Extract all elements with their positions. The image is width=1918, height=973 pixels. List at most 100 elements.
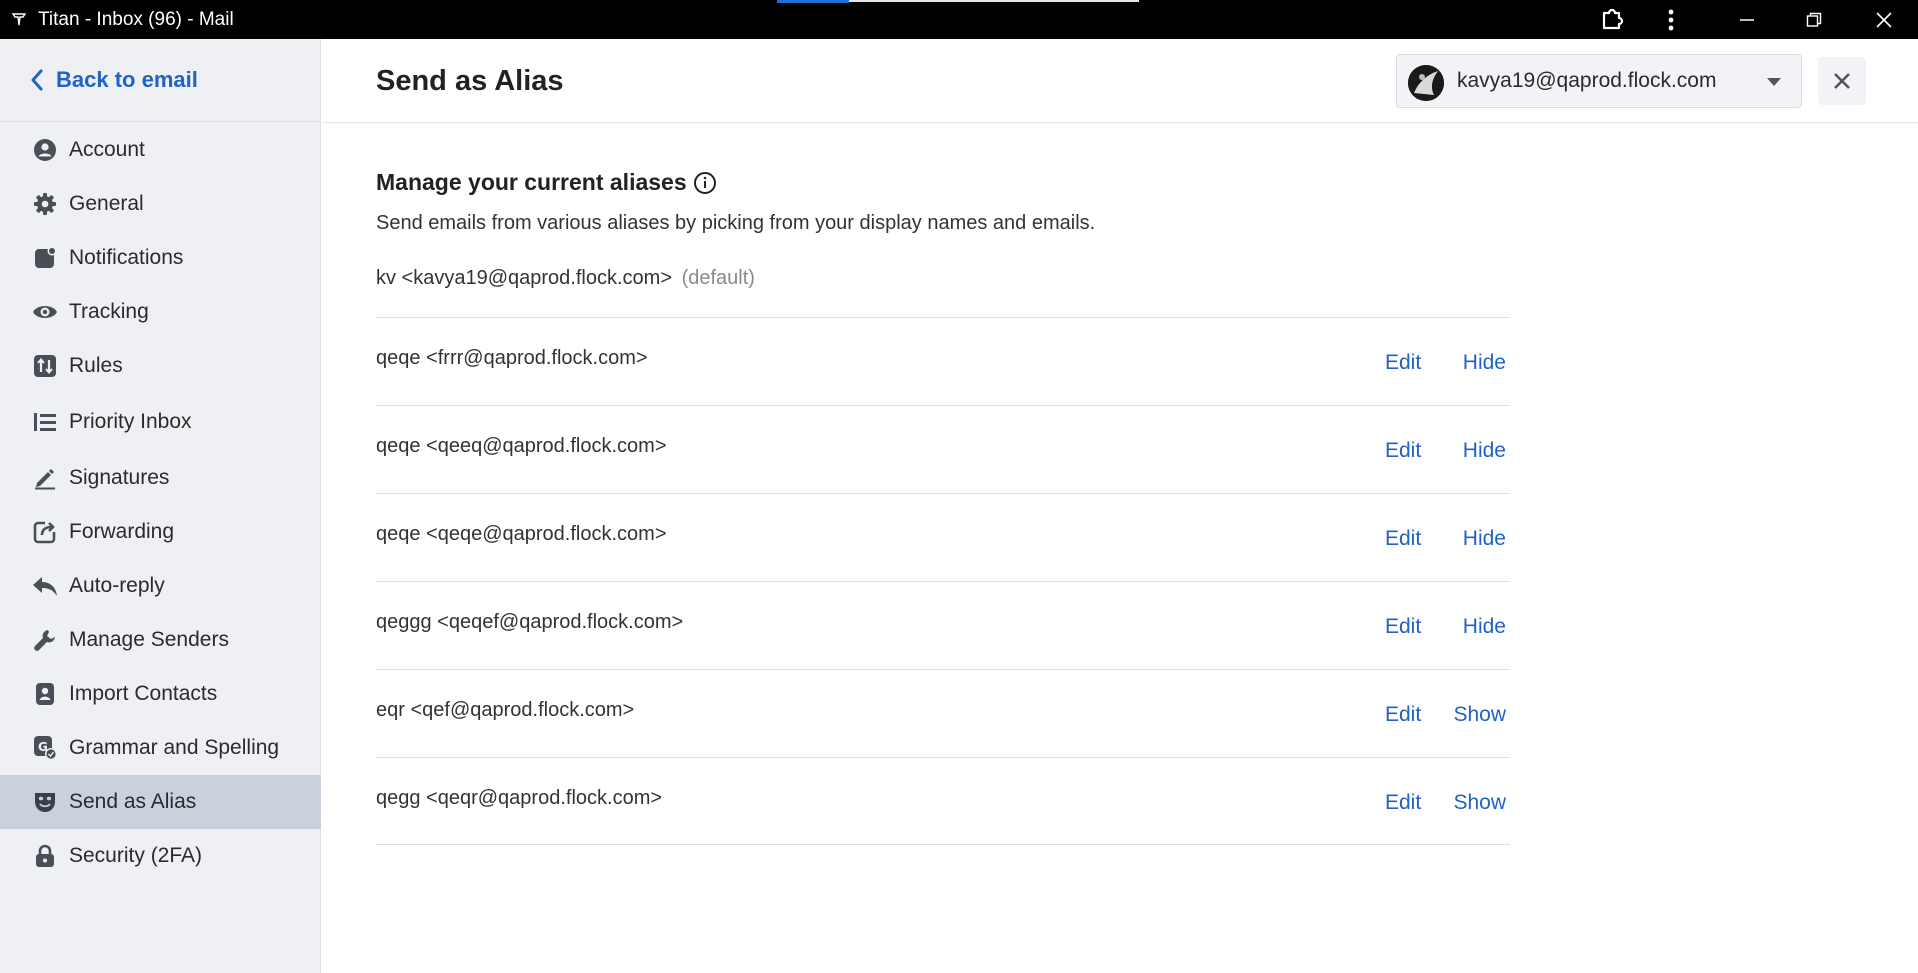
sidebar-item-label: Rules — [69, 354, 123, 377]
alias-text: qegg <qeqr@qaprod.flock.com> — [376, 787, 663, 809]
close-icon — [1834, 73, 1850, 89]
sidebar-item-label: Security (2FA) — [69, 844, 203, 867]
default-alias-text: kv <kavya19@qaprod.flock.com> — [376, 267, 673, 289]
gear-icon — [32, 191, 58, 217]
caret-down-icon — [1767, 78, 1781, 86]
alias-text: qeqe <qeeq@qaprod.flock.com> — [376, 435, 667, 457]
page-title: Send as Alias — [376, 65, 564, 97]
grammar-icon: G — [32, 735, 58, 761]
hide-alias-button[interactable]: Hide — [1463, 439, 1506, 463]
restore-icon — [1806, 12, 1822, 27]
bell-badge-icon — [32, 245, 58, 271]
eye-icon — [32, 299, 58, 325]
back-to-email-label: Back to email — [56, 67, 198, 92]
loading-progress-track — [849, 0, 1139, 2]
sidebar-item-priority-inbox[interactable]: Priority Inbox — [0, 395, 321, 449]
close-settings-button[interactable] — [1818, 57, 1866, 105]
sidebar-item-signatures[interactable]: Signatures — [0, 451, 321, 505]
sidebar-item-label: Priority Inbox — [69, 410, 192, 433]
menu-button[interactable] — [1641, 0, 1701, 39]
titan-logo-icon — [11, 13, 27, 26]
sidebar-item-label: General — [69, 192, 144, 215]
more-vertical-icon — [1668, 9, 1674, 30]
list-item: qeqe <frrr@qaprod.flock.com> Edit Hide — [376, 317, 1510, 405]
wrench-icon — [32, 627, 58, 653]
forward-icon — [32, 519, 58, 545]
list-item: qegg <qeqr@qaprod.flock.com> Edit Show — [376, 757, 1510, 845]
hide-alias-button[interactable]: Hide — [1463, 527, 1506, 551]
sidebar-item-label: Forwarding — [69, 520, 175, 543]
window-title: Titan - Inbox (96) - Mail — [38, 9, 234, 30]
sidebar-item-forwarding[interactable]: Forwarding — [0, 505, 321, 559]
sidebar-item-tracking[interactable]: Tracking — [0, 285, 321, 339]
user-circle-icon — [32, 137, 58, 163]
sidebar-item-label: Tracking — [69, 300, 149, 323]
loading-progress-bar — [777, 0, 849, 3]
sidebar-item-manage-senders[interactable]: Manage Senders — [0, 613, 321, 667]
sidebar-item-label: Account — [69, 138, 145, 161]
info-icon[interactable] — [693, 171, 717, 195]
hide-alias-button[interactable]: Hide — [1463, 615, 1506, 639]
sidebar-item-label: Grammar and Spelling — [69, 736, 280, 759]
default-alias: kv <kavya19@qaprod.flock.com> (default) — [376, 267, 755, 290]
lock-icon — [32, 843, 58, 869]
back-to-email-link[interactable]: Back to email — [30, 65, 198, 95]
sidebar-item-general[interactable]: General — [0, 177, 321, 231]
settings-sidebar: Back to email Account General Notificati… — [0, 39, 321, 973]
show-alias-button[interactable]: Show — [1453, 703, 1506, 727]
mask-icon — [32, 789, 58, 815]
sidebar-item-label: Notifications — [69, 246, 184, 269]
extensions-button[interactable] — [1582, 0, 1642, 39]
sidebar-item-rules[interactable]: Rules — [0, 339, 321, 393]
avatar — [1408, 65, 1444, 101]
minimize-icon — [1740, 18, 1754, 21]
hide-alias-button[interactable]: Hide — [1463, 351, 1506, 375]
settings-main-panel: Send as Alias kavya19@qaprod.flock.com M… — [322, 39, 1918, 973]
list-item: qeqe <qeeq@qaprod.flock.com> Edit Hide — [376, 405, 1510, 493]
sidebar-divider — [0, 121, 321, 122]
edit-alias-button[interactable]: Edit — [1385, 615, 1421, 639]
edit-alias-button[interactable]: Edit — [1385, 527, 1421, 551]
show-alias-button[interactable]: Show — [1453, 791, 1506, 815]
sidebar-item-label: Manage Senders — [69, 628, 229, 651]
sidebar-item-security[interactable]: Security (2FA) — [0, 829, 321, 883]
window-titlebar: Titan - Inbox (96) - Mail — [0, 0, 1918, 39]
sidebar-item-account[interactable]: Account — [0, 123, 321, 177]
puzzle-icon — [1602, 8, 1624, 29]
edit-alias-button[interactable]: Edit — [1385, 351, 1421, 375]
contact-card-icon — [32, 681, 58, 707]
edit-alias-button[interactable]: Edit — [1385, 439, 1421, 463]
sidebar-item-label: Import Contacts — [69, 682, 218, 705]
minimize-button[interactable] — [1717, 0, 1777, 39]
alias-text: qeqe <frrr@qaprod.flock.com> — [376, 347, 648, 369]
list-item: eqr <qef@qaprod.flock.com> Edit Show — [376, 669, 1510, 757]
sidebar-item-notifications[interactable]: Notifications — [0, 231, 321, 285]
default-tag: (default) — [681, 267, 755, 289]
alias-text: eqr <qef@qaprod.flock.com> — [376, 699, 635, 721]
edit-alias-button[interactable]: Edit — [1385, 703, 1421, 727]
sidebar-item-import-contacts[interactable]: Import Contacts — [0, 667, 321, 721]
sidebar-item-label: Signatures — [69, 466, 170, 489]
aliases-section-heading: Manage your current aliases — [376, 169, 717, 196]
settings-header: Send as Alias kavya19@qaprod.flock.com — [322, 39, 1918, 123]
close-window-button[interactable] — [1854, 0, 1914, 39]
alias-text: qeqe <qeqe@qaprod.flock.com> — [376, 523, 667, 545]
reply-icon — [32, 573, 58, 599]
edit-alias-button[interactable]: Edit — [1385, 791, 1421, 815]
alias-list: qeqe <frrr@qaprod.flock.com> Edit Hide q… — [376, 317, 1510, 845]
alias-text: qeggg <qeqef@qaprod.flock.com> — [376, 611, 684, 633]
sidebar-item-grammar-and-spelling[interactable]: G Grammar and Spelling — [0, 721, 321, 775]
section-description: Send emails from various aliases by pick… — [376, 212, 1096, 234]
sidebar-item-send-as-alias[interactable]: Send as Alias — [0, 775, 321, 829]
list-item: qeqe <qeqe@qaprod.flock.com> Edit Hide — [376, 493, 1510, 581]
section-heading-text: Manage your current aliases — [376, 169, 687, 195]
chevron-left-icon — [31, 69, 43, 91]
restore-button[interactable] — [1784, 0, 1844, 39]
list-item: qeggg <qeqef@qaprod.flock.com> Edit Hide — [376, 581, 1510, 669]
account-selector[interactable]: kavya19@qaprod.flock.com — [1396, 54, 1802, 108]
list-priority-icon — [32, 409, 58, 435]
sidebar-item-label: Send as Alias — [69, 790, 197, 813]
sidebar-item-auto-reply[interactable]: Auto-reply — [0, 559, 321, 613]
account-email: kavya19@qaprod.flock.com — [1457, 69, 1717, 92]
rules-icon — [32, 353, 58, 379]
